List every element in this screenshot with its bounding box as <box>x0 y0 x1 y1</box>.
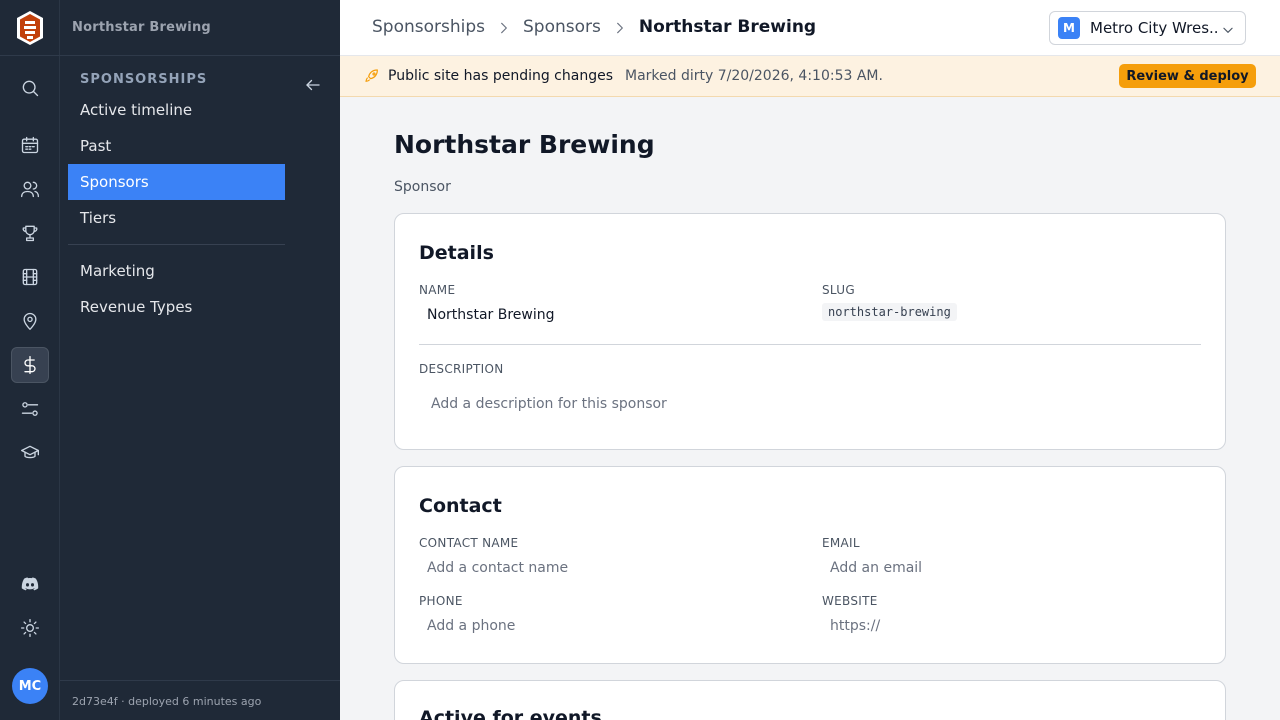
sun-icon[interactable] <box>11 610 49 646</box>
discord-icon[interactable] <box>11 566 49 602</box>
contact-card: Contact CONTACT NAME Add a contact name … <box>394 466 1226 664</box>
review-deploy-button[interactable]: Review & deploy <box>1119 64 1256 88</box>
name-label: NAME <box>419 283 456 297</box>
brand-name: Northstar Brewing <box>72 20 211 35</box>
sliders-icon[interactable] <box>11 391 49 427</box>
dollar-icon[interactable] <box>11 347 49 383</box>
events-title: Active for events <box>419 707 602 720</box>
phone-label: PHONE <box>419 594 463 608</box>
sidebar-item-past[interactable]: Past <box>68 128 285 164</box>
chevron-right-icon <box>613 20 627 34</box>
contact-title: Contact <box>419 495 502 517</box>
icon-rail: MC <box>0 0 60 720</box>
sidebar-footer: 2d73e4f · deployed 6 minutes ago <box>60 680 340 720</box>
email-field[interactable]: Add an email <box>830 560 922 576</box>
org-badge: M <box>1058 17 1080 39</box>
sidebar-item-active-timeline[interactable]: Active timeline <box>68 92 285 128</box>
page-subtitle: Sponsor <box>394 179 451 195</box>
film-icon[interactable] <box>11 259 49 295</box>
collapse-sidebar-icon[interactable] <box>304 76 322 94</box>
org-name: Metro City Wres... <box>1090 19 1218 37</box>
sidebar-item-marketing[interactable]: Marketing <box>68 253 285 289</box>
slug-label: SLUG <box>822 283 855 297</box>
name-field[interactable]: Northstar Brewing <box>427 307 555 323</box>
sidebar-item-sponsors[interactable]: Sponsors <box>68 164 285 200</box>
rocket-icon <box>364 68 380 84</box>
chevron-down-icon <box>1221 22 1235 36</box>
description-label: DESCRIPTION <box>419 362 504 376</box>
graduation-cap-icon[interactable] <box>11 435 49 471</box>
deploy-version: 2d73e4f · deployed 6 minutes ago <box>72 695 262 708</box>
breadcrumb-sponsorships[interactable]: Sponsorships <box>372 17 485 37</box>
calendar-icon[interactable] <box>11 127 49 163</box>
breadcrumb: Sponsorships Sponsors Northstar Brewing <box>372 17 816 37</box>
top-bar: Sponsorships Sponsors Northstar Brewing … <box>340 0 1280 56</box>
breadcrumb-sponsors[interactable]: Sponsors <box>523 17 601 37</box>
users-icon[interactable] <box>11 171 49 207</box>
banner-title: Public site has pending changes <box>388 68 613 84</box>
search-icon[interactable] <box>11 70 49 106</box>
description-field[interactable]: Add a description for this sponsor <box>431 396 667 412</box>
trophy-icon[interactable] <box>11 215 49 251</box>
sidebar: Northstar Brewing SPONSORSHIPS Active ti… <box>60 0 340 720</box>
avatar[interactable]: MC <box>12 668 48 704</box>
sidebar-section-title: SPONSORSHIPS <box>80 72 208 87</box>
details-title: Details <box>419 242 494 264</box>
sidebar-divider <box>68 244 285 245</box>
sidebar-item-tiers[interactable]: Tiers <box>68 200 285 236</box>
rail-divider <box>0 55 60 56</box>
phone-field[interactable]: Add a phone <box>427 618 515 634</box>
org-switcher[interactable]: M Metro City Wres... <box>1049 11 1246 45</box>
contact-name-field[interactable]: Add a contact name <box>427 560 568 576</box>
app-logo-icon[interactable] <box>16 10 44 46</box>
sidebar-header: Northstar Brewing <box>60 0 340 56</box>
email-label: EMAIL <box>822 536 860 550</box>
details-divider <box>419 344 1201 345</box>
page-title: Northstar Brewing <box>394 130 655 159</box>
map-pin-icon[interactable] <box>11 303 49 339</box>
details-card: Details NAME Northstar Brewing SLUG nort… <box>394 213 1226 450</box>
slug-value: northstar-brewing <box>822 303 957 321</box>
breadcrumb-current: Northstar Brewing <box>638 17 817 37</box>
pending-changes-banner: Public site has pending changes Marked d… <box>340 56 1280 97</box>
chevron-right-icon <box>497 20 511 34</box>
contact-name-label: CONTACT NAME <box>419 536 519 550</box>
website-field[interactable]: https:// <box>830 618 880 634</box>
events-card: Active for events <box>394 680 1226 720</box>
sidebar-item-revenue-types[interactable]: Revenue Types <box>68 289 285 325</box>
banner-subtitle: Marked dirty 7/20/2026, 4:10:53 AM. <box>625 68 883 84</box>
website-label: WEBSITE <box>822 594 878 608</box>
